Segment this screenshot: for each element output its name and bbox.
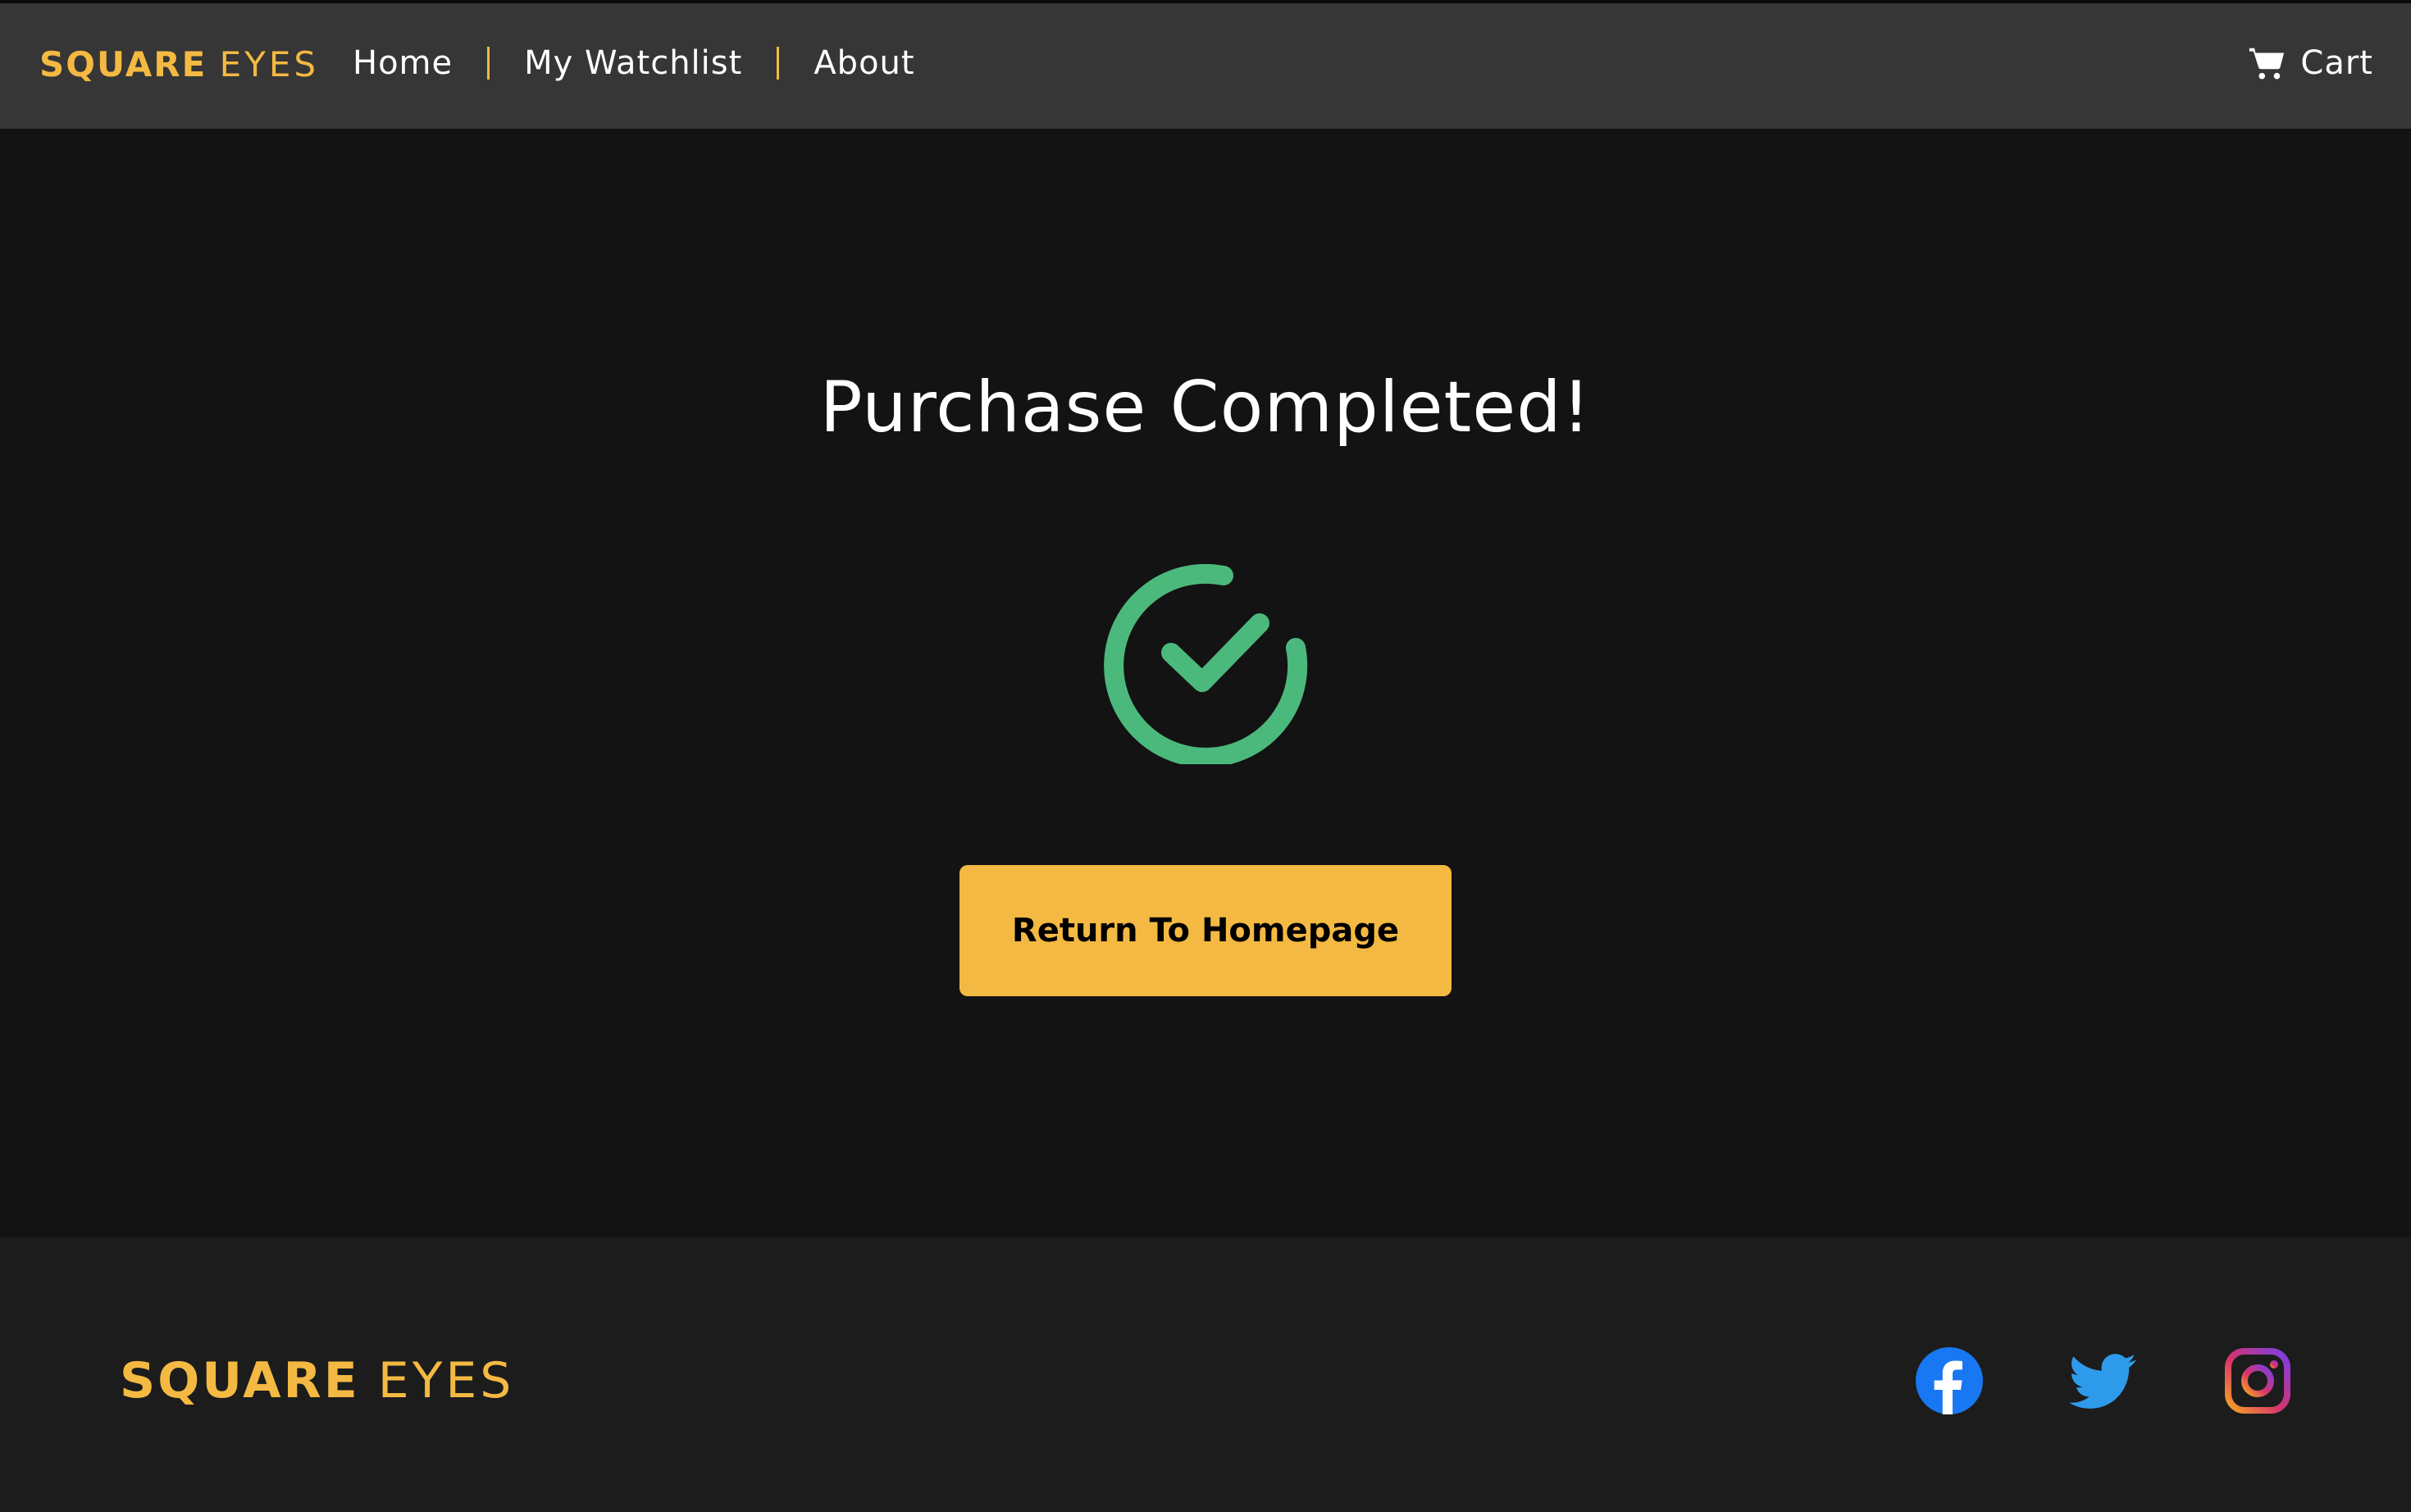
top-navbar: SQUARE EYES Home My Watchlist About Cart xyxy=(0,0,2411,129)
check-circle-icon xyxy=(1104,563,1308,764)
instagram-icon xyxy=(2225,1348,2290,1414)
footer-logo-light-text: EYES xyxy=(377,1352,515,1410)
main-nav: Home My Watchlist About xyxy=(353,44,915,82)
footer: SQUARE EYES xyxy=(0,1237,2411,1512)
cart-link[interactable]: Cart xyxy=(2248,44,2373,82)
logo-bold-text: SQUARE xyxy=(39,44,207,84)
header-logo[interactable]: SQUARE EYES xyxy=(39,48,319,82)
nav-home-link[interactable]: Home xyxy=(353,44,453,82)
instagram-link[interactable] xyxy=(2224,1347,2291,1414)
cart-label: Cart xyxy=(2300,44,2373,82)
twitter-link[interactable] xyxy=(2070,1347,2137,1414)
nav-divider xyxy=(487,47,490,80)
nav-divider xyxy=(777,47,780,80)
footer-logo-bold-text: SQUARE xyxy=(120,1352,360,1410)
return-homepage-button[interactable]: Return To Homepage xyxy=(959,865,1452,996)
page-title: Purchase Completed! xyxy=(819,367,1592,449)
facebook-icon xyxy=(1916,1347,1983,1414)
facebook-link[interactable] xyxy=(1916,1347,1983,1414)
cart-icon xyxy=(2249,48,2285,80)
nav-about-link[interactable]: About xyxy=(814,44,914,82)
twitter-icon xyxy=(2070,1354,2136,1409)
nav-watchlist-link[interactable]: My Watchlist xyxy=(524,44,742,82)
logo-light-text: EYES xyxy=(219,44,320,84)
confirmation-section: Purchase Completed! Return To Homepage xyxy=(0,129,2411,1237)
footer-logo[interactable]: SQUARE EYES xyxy=(120,1356,514,1405)
